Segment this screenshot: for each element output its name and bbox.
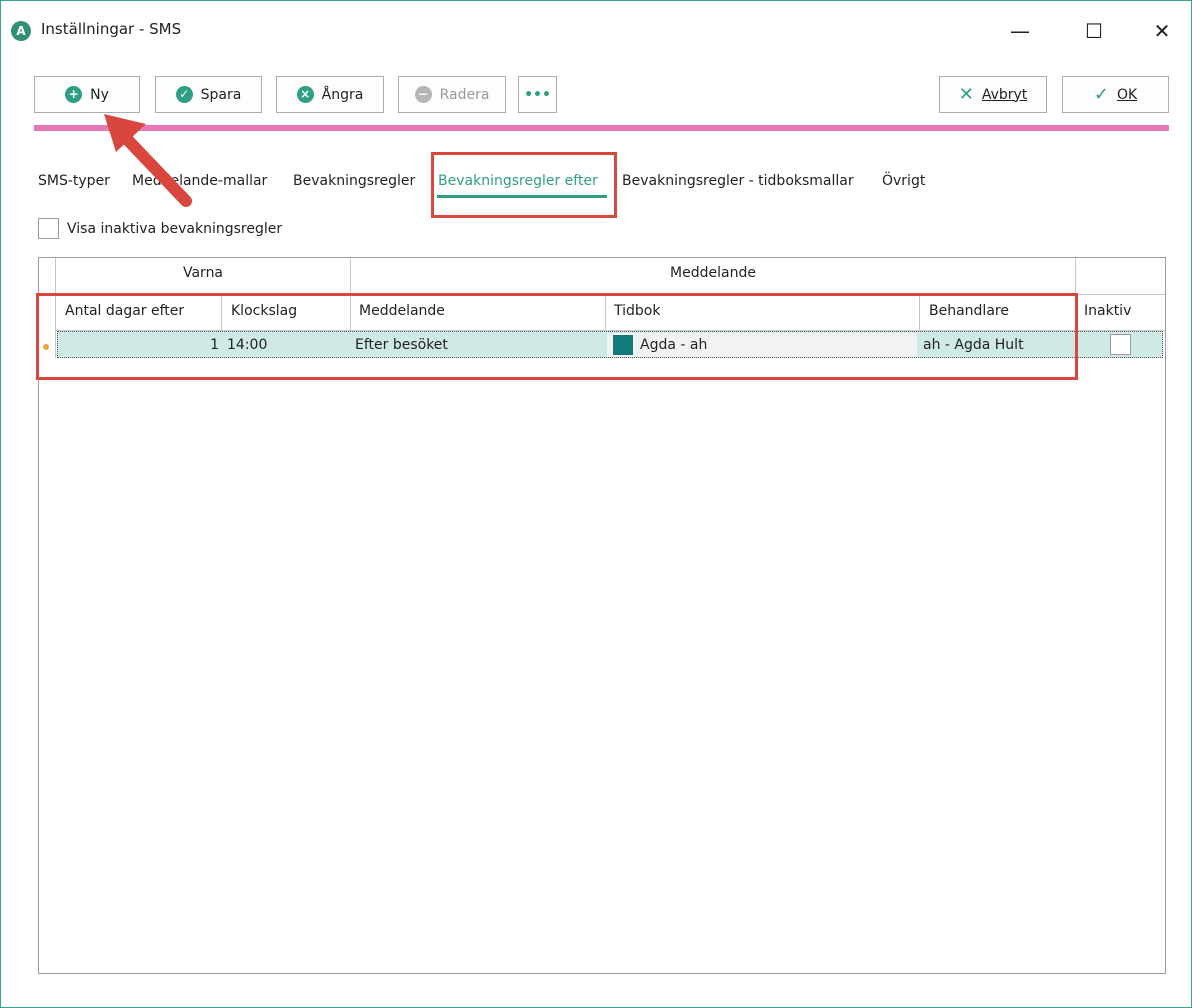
ok-label: OK [1116, 86, 1138, 103]
cancel-circle-icon: × [296, 86, 314, 103]
annotation-row-highlight [36, 293, 1078, 380]
group-header-message: Meddelande [670, 265, 756, 281]
cancel-button[interactable]: ✕ Avbryt [939, 76, 1047, 113]
show-inactive-label: Visa inaktiva bevakningsregler [67, 221, 283, 237]
settings-window: A Inställningar - SMS — ☐ ✕ + Ny ✓ Spara… [0, 0, 1192, 1008]
undo-label: Ångra [321, 86, 364, 103]
tab-watch-rules[interactable]: Bevakningsregler [293, 173, 415, 189]
checkmark-icon: ✓ [175, 86, 193, 103]
new-label: Ny [90, 86, 109, 103]
delete-label: Radera [439, 86, 490, 103]
check-icon: ✓ [1093, 84, 1109, 105]
tab-watch-rules-templates[interactable]: Bevakningsregler - tidboksmallar [622, 173, 854, 189]
delete-button[interactable]: − Radera [398, 76, 506, 113]
close-button[interactable]: ✕ [1139, 13, 1185, 49]
annotation-arrow-icon [104, 114, 192, 207]
group-header-warn: Varna [182, 265, 224, 281]
maximize-button[interactable]: ☐ [1071, 13, 1117, 49]
ok-button[interactable]: ✓ OK [1062, 76, 1169, 113]
more-button[interactable]: ••• [518, 76, 557, 113]
column-header-inactive[interactable]: Inaktiv [1084, 303, 1131, 319]
tab-other[interactable]: Övrigt [882, 173, 925, 189]
undo-button[interactable]: × Ångra [276, 76, 384, 113]
show-inactive-checkbox[interactable] [38, 218, 59, 239]
x-icon: ✕ [958, 84, 974, 105]
save-label: Spara [200, 86, 242, 103]
title-bar: A Inställningar - SMS — ☐ ✕ [1, 1, 1191, 61]
plus-icon: + [65, 86, 83, 103]
window-title: Inställningar - SMS [41, 20, 182, 38]
cancel-label: Avbryt [981, 86, 1028, 103]
minimize-button[interactable]: — [997, 13, 1043, 49]
inactive-checkbox[interactable] [1110, 334, 1131, 355]
group-divider [1075, 258, 1076, 294]
app-icon: A [11, 21, 31, 41]
annotation-tab-highlight [431, 152, 617, 218]
group-divider [350, 258, 351, 294]
minus-icon: − [414, 86, 432, 103]
more-dots-icon: ••• [524, 86, 551, 103]
